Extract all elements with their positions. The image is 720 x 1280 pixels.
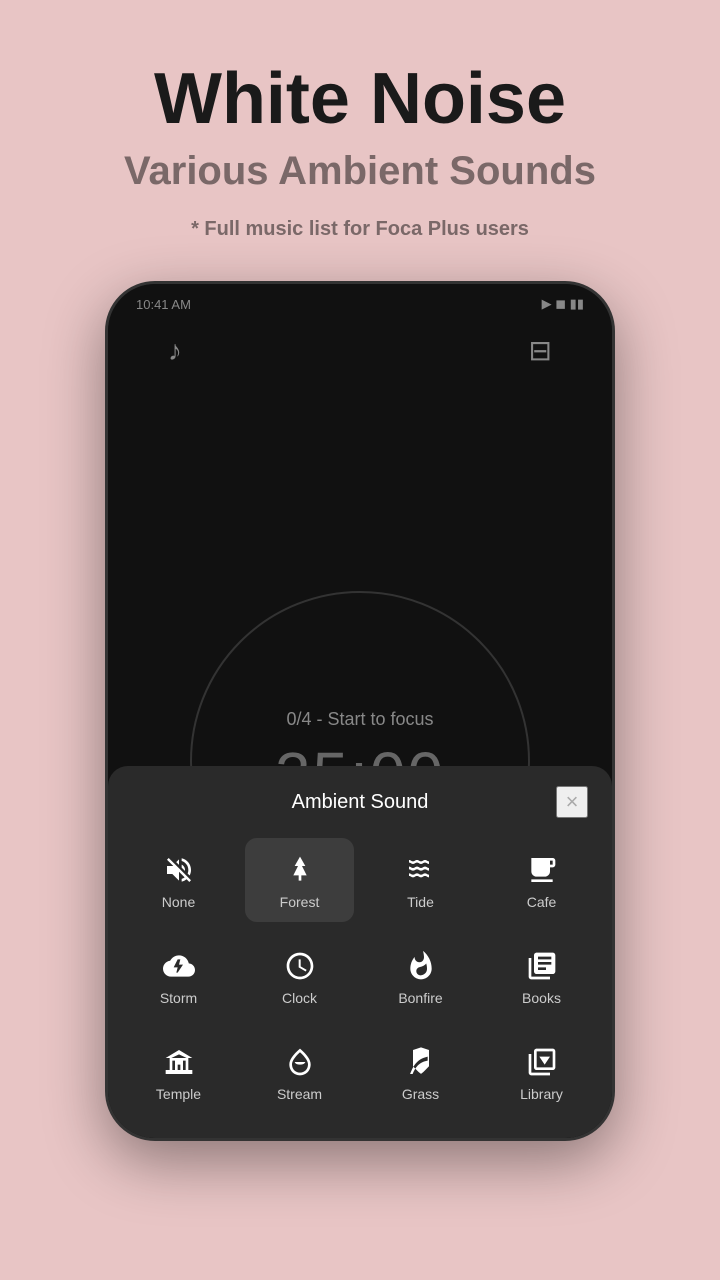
- library-label: Library: [520, 1086, 563, 1102]
- bonfire-icon: [405, 950, 437, 982]
- clock-icon: [284, 950, 316, 982]
- header-section: White Noise Various Ambient Sounds * Ful…: [0, 0, 720, 261]
- storm-label: Storm: [160, 990, 197, 1006]
- close-button[interactable]: ×: [556, 786, 588, 818]
- sound-storm[interactable]: Storm: [124, 934, 233, 1018]
- ambient-sound-panel: Ambient Sound × None Forest: [108, 766, 612, 1138]
- sound-none[interactable]: None: [124, 838, 233, 922]
- mixer-icon[interactable]: ⊟: [529, 334, 552, 367]
- clock-label: Clock: [282, 990, 317, 1006]
- sound-stream[interactable]: Stream: [245, 1030, 354, 1114]
- sound-clock[interactable]: Clock: [245, 934, 354, 1018]
- phone-mockup: 10:41 AM ▶ ◼ ▮▮ ♪ ⊟ 0/4 - Start to focus…: [105, 281, 615, 1141]
- sound-bonfire[interactable]: Bonfire: [366, 934, 475, 1018]
- status-time: 10:41 AM: [136, 297, 191, 312]
- sound-grid: None Forest Tide Cafe: [124, 838, 596, 1114]
- forest-icon: [284, 854, 316, 886]
- timer-label: 0/4 - Start to focus: [286, 709, 433, 730]
- sound-books[interactable]: Books: [487, 934, 596, 1018]
- sound-grass[interactable]: Grass: [366, 1030, 475, 1114]
- sound-tide[interactable]: Tide: [366, 838, 475, 922]
- tide-icon: [405, 854, 437, 886]
- stream-icon: [284, 1046, 316, 1078]
- note-text: * Full music list for Foca Plus users: [191, 218, 529, 241]
- stream-label: Stream: [277, 1086, 322, 1102]
- music-icon[interactable]: ♪: [168, 335, 182, 367]
- sound-forest[interactable]: Forest: [245, 838, 354, 922]
- status-bar: 10:41 AM ▶ ◼ ▮▮: [108, 284, 612, 318]
- grass-label: Grass: [402, 1086, 439, 1102]
- main-title: White Noise: [154, 60, 566, 139]
- storm-icon: [163, 950, 195, 982]
- grass-icon: [405, 1046, 437, 1078]
- panel-header: Ambient Sound ×: [124, 786, 596, 818]
- bonfire-label: Bonfire: [398, 990, 442, 1006]
- books-label: Books: [522, 990, 561, 1006]
- phone-frame: 10:41 AM ▶ ◼ ▮▮ ♪ ⊟ 0/4 - Start to focus…: [105, 281, 615, 1141]
- temple-icon: [163, 1046, 195, 1078]
- sound-cafe[interactable]: Cafe: [487, 838, 596, 922]
- cafe-label: Cafe: [527, 894, 557, 910]
- books-icon: [526, 950, 558, 982]
- phone-screen: 10:41 AM ▶ ◼ ▮▮ ♪ ⊟ 0/4 - Start to focus…: [108, 284, 612, 1138]
- app-toolbar: ♪ ⊟: [108, 318, 612, 383]
- sound-temple[interactable]: Temple: [124, 1030, 233, 1114]
- tide-label: Tide: [407, 894, 434, 910]
- temple-label: Temple: [156, 1086, 201, 1102]
- library-icon: [526, 1046, 558, 1078]
- cafe-icon: [526, 854, 558, 886]
- panel-title: Ambient Sound: [164, 791, 556, 814]
- none-label: None: [162, 894, 195, 910]
- none-icon: [163, 854, 195, 886]
- subtitle: Various Ambient Sounds: [124, 149, 596, 194]
- sound-library[interactable]: Library: [487, 1030, 596, 1114]
- status-icons: ▶ ◼ ▮▮: [542, 296, 584, 312]
- forest-label: Forest: [280, 894, 320, 910]
